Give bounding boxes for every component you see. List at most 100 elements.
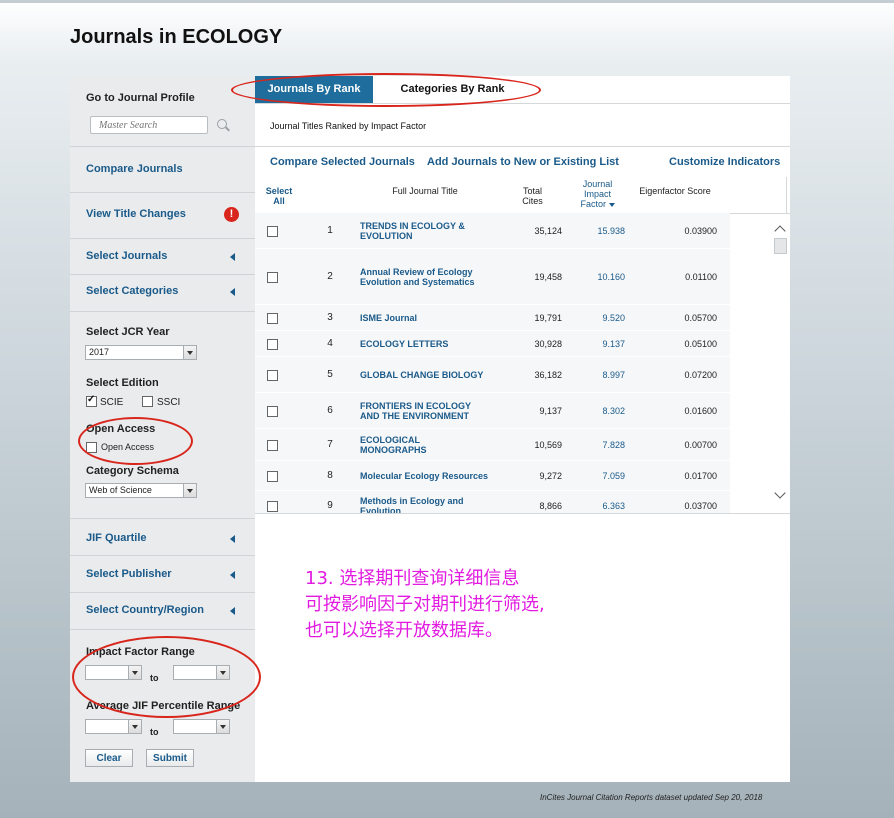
- row-rank: 7: [327, 439, 333, 450]
- jcr-year-select[interactable]: 2017: [85, 345, 197, 360]
- sidebar-item-select-publisher[interactable]: Select Publisher: [70, 556, 255, 593]
- sidebar-item-jif-quartile[interactable]: JIF Quartile: [70, 519, 255, 556]
- customize-indicators-link[interactable]: Customize Indicators: [669, 156, 780, 168]
- row-checkbox[interactable]: [267, 226, 278, 237]
- row-journal-title-link[interactable]: Molecular Ecology Resources: [360, 471, 500, 481]
- compare-journals-link[interactable]: Compare Journals: [86, 163, 183, 175]
- filter-section: Select JCR Year 2017 Select Edition SCIE…: [70, 312, 255, 519]
- row-title-line-2: Evolution and Systematics: [360, 277, 475, 287]
- chevron-left-icon: [230, 288, 235, 296]
- row-journal-title-link[interactable]: Annual Review of Ecology Evolution and Sy…: [360, 267, 500, 287]
- select-all-header[interactable]: Select All: [260, 186, 298, 206]
- table-row: 8 Molecular Ecology Resources 9,272 7.059 0.…: [255, 461, 730, 491]
- row-eigenfactor: 0.07200: [684, 370, 717, 380]
- row-journal-title-link[interactable]: TRENDS IN ECOLOGY & EVOLUTION: [360, 221, 500, 241]
- row-total-cites: 8,866: [539, 501, 562, 511]
- row-checkbox[interactable]: [267, 313, 278, 324]
- select-categories-link[interactable]: Select Categories: [86, 285, 178, 297]
- top-border: [0, 0, 894, 3]
- jif-header-line-2: Impact: [583, 189, 611, 199]
- chevron-down-icon: [183, 484, 196, 497]
- category-schema-value: Web of Science: [89, 485, 152, 495]
- submit-button[interactable]: Submit: [146, 749, 194, 767]
- row-checkbox[interactable]: [267, 370, 278, 381]
- jif-percentile-max-select[interactable]: [173, 719, 230, 734]
- ssci-label: SSCI: [157, 397, 181, 408]
- sidebar-item-select-categories[interactable]: Select Categories: [70, 275, 255, 312]
- view-title-changes-link[interactable]: View Title Changes: [86, 208, 186, 220]
- select-journals-link[interactable]: Select Journals: [86, 250, 167, 262]
- table-row: 4 ECOLOGY LETTERS 30,928 9.137 0.05100: [255, 331, 730, 357]
- row-eigenfactor: 0.01700: [684, 471, 717, 481]
- table-row: 9 Methods in Ecology and Evolution 8,866 6.3…: [255, 491, 730, 513]
- row-checkbox[interactable]: [267, 440, 278, 451]
- row-impact-factor: 8.997: [602, 370, 625, 380]
- row-rank: 9: [327, 500, 333, 511]
- row-title-line-1: ECOLOGY LETTERS: [360, 339, 449, 349]
- highlight-ellipse-impact-factor: [72, 636, 261, 718]
- row-total-cites: 36,182: [534, 370, 562, 380]
- select-country-link[interactable]: Select Country/Region: [86, 604, 204, 616]
- row-journal-title-link[interactable]: ECOLOGY LETTERS: [360, 339, 500, 349]
- clear-button[interactable]: Clear: [85, 749, 133, 767]
- jif-column-header[interactable]: Journal Impact Factor: [570, 179, 625, 209]
- jif-quartile-link[interactable]: JIF Quartile: [86, 532, 147, 544]
- scie-checkbox[interactable]: [86, 394, 97, 407]
- row-eigenfactor: 0.03700: [684, 501, 717, 511]
- row-eigenfactor: 0.00700: [684, 440, 717, 450]
- sidebar-item-view-title-changes[interactable]: View Title Changes !: [70, 193, 255, 239]
- row-impact-factor: 8.302: [602, 406, 625, 416]
- row-eigenfactor: 0.05100: [684, 339, 717, 349]
- row-title-line-2: MONOGRAPHS: [360, 445, 427, 455]
- row-title-line-1: Methods in Ecology and: [360, 496, 464, 506]
- row-journal-title-link[interactable]: GLOBAL CHANGE BIOLOGY: [360, 370, 500, 380]
- jif-percentile-min-select[interactable]: [85, 719, 142, 734]
- row-journal-title-link[interactable]: FRONTIERS IN ECOLOGY AND THE ENVIRONMENT: [360, 401, 500, 421]
- sidebar-item-select-country[interactable]: Select Country/Region: [70, 593, 255, 630]
- add-journals-to-list-link[interactable]: Add Journals to New or Existing List: [427, 156, 619, 168]
- row-checkbox[interactable]: [267, 406, 278, 417]
- select-publisher-link[interactable]: Select Publisher: [86, 568, 172, 580]
- row-journal-title-link[interactable]: ECOLOGICAL MONOGRAPHS: [360, 435, 500, 455]
- table-scrollbar[interactable]: [772, 216, 787, 510]
- title-column-header[interactable]: Full Journal Title: [365, 186, 485, 196]
- scroll-thumb[interactable]: [774, 238, 787, 254]
- chevron-down-icon: [128, 720, 141, 733]
- row-title-line-1: FRONTIERS IN ECOLOGY: [360, 401, 472, 411]
- row-title-line-2: EVOLUTION: [360, 231, 413, 241]
- journal-profile-section: Go to Journal Profile: [70, 76, 255, 147]
- chevron-left-icon: [230, 607, 235, 615]
- row-eigenfactor: 0.05700: [684, 313, 717, 323]
- row-journal-title-link[interactable]: ISME Journal: [360, 313, 500, 323]
- row-checkbox[interactable]: [267, 272, 278, 283]
- scie-label: SCIE: [100, 397, 124, 408]
- row-journal-title-link[interactable]: Methods in Ecology and Evolution: [360, 496, 500, 513]
- row-rank: 6: [327, 405, 333, 416]
- row-checkbox[interactable]: [267, 471, 278, 482]
- ssci-checkbox[interactable]: [142, 396, 153, 407]
- main-panel: Journals By Rank Categories By Rank Jour…: [255, 76, 790, 782]
- sidebar-item-compare-journals[interactable]: Compare Journals: [70, 147, 255, 193]
- chevron-left-icon: [230, 535, 235, 543]
- compare-selected-journals-link[interactable]: Compare Selected Journals: [270, 156, 415, 168]
- row-checkbox[interactable]: [267, 339, 278, 350]
- jif-header-line-3: Factor: [580, 199, 606, 209]
- cites-column-header[interactable]: Total Cites: [515, 186, 550, 206]
- master-search-input[interactable]: [90, 116, 208, 134]
- eigenfactor-column-header[interactable]: Eigenfactor Score: [630, 186, 720, 196]
- table-toolbar: Compare Selected Journals Add Journals t…: [255, 146, 790, 178]
- highlight-ellipse-tabs: [231, 73, 541, 107]
- edition-label: Select Edition: [86, 377, 159, 389]
- category-schema-select[interactable]: Web of Science: [85, 483, 197, 498]
- row-title-line-1: ECOLOGICAL: [360, 435, 420, 445]
- row-total-cites: 10,569: [534, 440, 562, 450]
- cites-header-line-2: Cites: [522, 196, 543, 206]
- jcr-year-label: Select JCR Year: [86, 326, 170, 338]
- row-impact-factor: 6.363: [602, 501, 625, 511]
- row-checkbox[interactable]: [267, 501, 278, 512]
- row-eigenfactor: 0.03900: [684, 226, 717, 236]
- dataset-footer: InCites Journal Citation Reports dataset…: [540, 793, 763, 802]
- sidebar-item-select-journals[interactable]: Select Journals: [70, 239, 255, 275]
- row-rank: 5: [327, 369, 333, 380]
- row-title-line-1: GLOBAL CHANGE BIOLOGY: [360, 370, 484, 380]
